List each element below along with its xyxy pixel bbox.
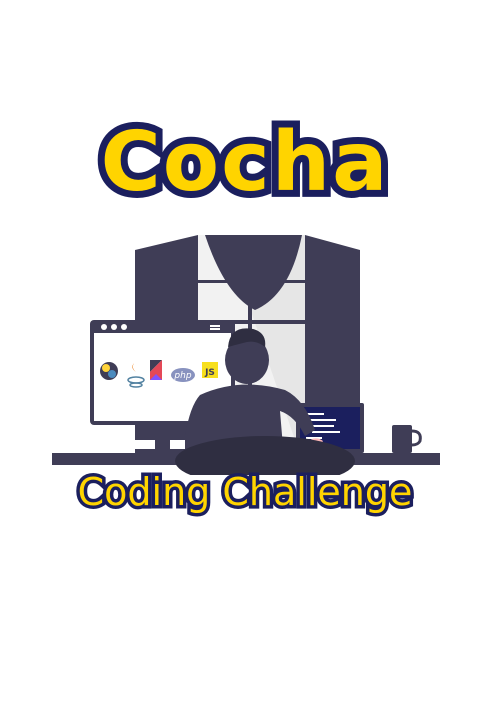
developer-illustration: php JS (52, 235, 440, 475)
mug-icon (392, 425, 422, 453)
php-label: php (173, 371, 191, 381)
window-dot-icon (121, 324, 127, 330)
python-logo-icon (100, 362, 118, 380)
window-dot-icon (101, 324, 107, 330)
window-dot-icon (111, 324, 117, 330)
logo-title: Cocha (94, 115, 395, 211)
js-logo-icon: JS (202, 362, 218, 378)
js-label: JS (204, 368, 215, 378)
php-logo-icon: php (171, 368, 195, 382)
kotlin-logo-icon (150, 360, 162, 380)
logo-subtitle: Coding Challenge (74, 470, 416, 515)
